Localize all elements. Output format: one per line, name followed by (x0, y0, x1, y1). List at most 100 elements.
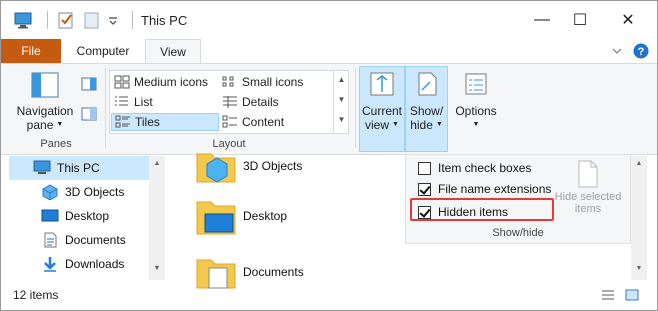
navigation-pane-scrollbar[interactable]: ▲ ▼ (149, 156, 165, 280)
nav-item-label: 3D Objects (65, 185, 125, 199)
this-pc-icon (33, 160, 51, 176)
title-divider (132, 11, 133, 29)
layout-content[interactable]: Content (219, 113, 329, 131)
list-icon (114, 95, 130, 109)
show-hide-icon (413, 70, 441, 98)
tab-file[interactable]: File (1, 39, 61, 63)
current-view-icon (368, 70, 396, 98)
layout-gallery-scroller[interactable]: ▲ ▼ ▼ (333, 70, 349, 134)
file-list-scrollbar[interactable]: ▲ ▼ (631, 156, 647, 280)
folder-3d-objects-icon (193, 146, 239, 186)
panes-group-label: Panes (40, 138, 72, 150)
file-item-label: 3D Objects (243, 159, 303, 173)
layout-gallery: Medium icons Small icons List Details Ti… (109, 70, 349, 134)
hide-selected-label-1: Hide selected (554, 191, 622, 203)
maximize-button[interactable]: ☐ (557, 1, 603, 39)
tab-computer[interactable]: Computer (61, 39, 145, 63)
status-bar: 12 items (1, 280, 657, 310)
layout-details[interactable]: Details (219, 93, 329, 111)
show-hide-content: Show/ hide ▼ (405, 70, 448, 132)
navigation-pane-label-1: Navigation (16, 104, 74, 118)
show-hide-panel: Item check boxes File name extensions Hi… (405, 154, 631, 244)
nav-item-label: Documents (65, 233, 126, 247)
scroll-up-icon[interactable]: ▲ (149, 160, 165, 167)
hide-selected-items-button[interactable]: Hide selected items (550, 159, 626, 215)
navigation-pane-button[interactable]: Navigation pane ▼ (13, 70, 77, 132)
nav-item-label: This PC (57, 161, 100, 175)
nav-item-downloads[interactable]: Downloads (9, 252, 149, 276)
preview-pane-icon[interactable] (81, 76, 97, 95)
hide-selected-icon (576, 159, 600, 189)
hidden-items-callout-box (410, 198, 554, 221)
file-explorer-window: This PC — ☐ ✕ File Computer View ? Navig… (0, 0, 658, 311)
help-icon[interactable]: ? (633, 43, 649, 62)
scroll-down-icon[interactable]: ▼ (149, 265, 165, 272)
medium-icons-icon (114, 75, 130, 89)
show-hide-label-1: Show/ (409, 104, 444, 118)
scroll-down-icon[interactable]: ▼ (631, 265, 647, 272)
customize-toolbar-chevron-icon[interactable] (108, 10, 118, 30)
dropdown-arrow-icon: ▼ (56, 121, 64, 128)
navigation-pane-label-2: pane (26, 118, 54, 132)
ribbon-tabs: File Computer View ? (1, 39, 657, 63)
scroll-up-icon[interactable]: ▲ (334, 70, 349, 90)
file-item-3d-objects[interactable]: 3D Objects (193, 146, 302, 186)
current-view-label-1: Current (361, 104, 402, 118)
options-icon (462, 70, 490, 98)
layout-medium-icons[interactable]: Medium icons (111, 73, 217, 91)
toolbar-divider (47, 11, 48, 29)
nav-item-desktop[interactable]: Desktop (9, 204, 149, 228)
gallery-more-icon[interactable]: ▼ (334, 110, 349, 130)
nav-item-label: Downloads (65, 257, 125, 271)
file-name-extensions-label: File name extensions (438, 182, 552, 196)
hide-selected-label-2: items (574, 203, 602, 215)
item-check-boxes-option[interactable]: Item check boxes (418, 161, 531, 175)
scroll-up-icon[interactable]: ▲ (631, 160, 647, 167)
large-icons-view-toggle-icon[interactable] (625, 288, 639, 305)
nav-item-label: Desktop (65, 209, 110, 223)
options-label: Options (455, 104, 497, 118)
show-hide-label-2: hide (410, 118, 433, 132)
file-name-extensions-checkbox[interactable] (418, 182, 431, 196)
new-folder-icon[interactable] (82, 10, 102, 30)
layout-small-icons[interactable]: Small icons (219, 73, 329, 91)
show-hide-group-label: Show/hide (492, 227, 544, 239)
file-item-desktop[interactable]: Desktop (193, 194, 287, 238)
dropdown-arrow-icon: ▼ (392, 121, 399, 128)
details-pane-icon[interactable] (81, 106, 97, 125)
ribbon-view: Navigation pane ▼ Panes Medium icons Sma… (1, 63, 657, 155)
layout-small-icons-label: Small icons (242, 75, 304, 89)
layout-list[interactable]: List (111, 93, 217, 111)
3d-objects-icon (41, 184, 59, 201)
item-check-boxes-label: Item check boxes (438, 161, 532, 175)
details-icon (222, 95, 238, 109)
content-icon (222, 115, 238, 129)
item-count: 12 items (13, 288, 59, 302)
scroll-down-icon[interactable]: ▼ (334, 90, 349, 110)
layout-medium-icons-label: Medium icons (134, 75, 209, 89)
current-view-label-2: view (365, 118, 390, 132)
layout-details-label: Details (242, 95, 279, 109)
nav-item-this-pc[interactable]: This PC (9, 156, 149, 180)
tab-view[interactable]: View (145, 39, 201, 63)
close-button[interactable]: ✕ (605, 1, 651, 39)
layout-tiles-label: Tiles (135, 115, 160, 129)
navigation-pane: This PC 3D Objects Desktop Documents Dow… (1, 156, 165, 280)
dropdown-arrow-icon: ▼ (435, 121, 443, 128)
layout-tiles[interactable]: Tiles (111, 113, 219, 131)
item-check-boxes-checkbox[interactable] (418, 161, 431, 175)
svg-text:?: ? (638, 46, 645, 58)
title-bar: This PC — ☐ ✕ (1, 1, 657, 39)
nav-item-3d-objects[interactable]: 3D Objects (9, 180, 149, 204)
properties-icon[interactable] (56, 10, 76, 30)
nav-item-documents[interactable]: Documents (9, 228, 149, 252)
desktop-icon (41, 208, 59, 224)
expand-ribbon-chevron-icon[interactable] (611, 45, 623, 60)
file-name-extensions-option[interactable]: File name extensions (418, 182, 551, 196)
this-pc-icon (13, 10, 33, 30)
layout-list-label: List (134, 95, 153, 109)
details-view-toggle-icon[interactable] (601, 288, 615, 305)
current-view-content: Current view ▼ (359, 70, 405, 132)
options-button[interactable]: Options ▼ (451, 70, 501, 132)
file-item-label: Desktop (243, 209, 288, 223)
